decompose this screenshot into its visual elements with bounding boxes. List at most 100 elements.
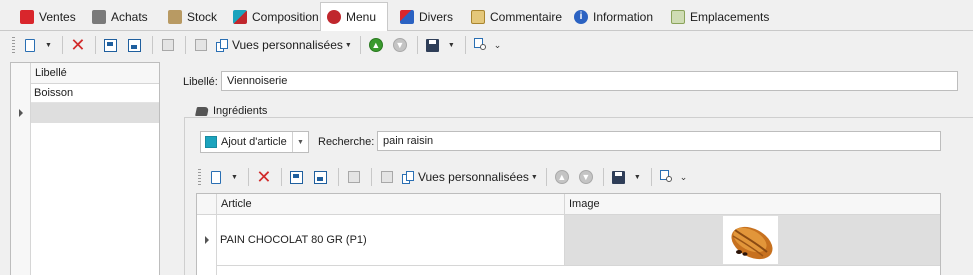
delete-icon: ✕: [256, 167, 272, 187]
image-cell[interactable]: [565, 215, 940, 265]
custom-views-button[interactable]: Vues personnalisées ▼: [214, 34, 354, 56]
tab-menu[interactable]: Menu: [320, 2, 388, 31]
new-dropdown-arrow[interactable]: ▼: [231, 174, 238, 181]
add-article-combo[interactable]: Ajout d'article ▼: [200, 131, 309, 153]
new-document-icon: [25, 38, 35, 52]
toolbar-separator: [184, 36, 186, 54]
tab-stock[interactable]: Stock: [162, 4, 223, 29]
chevron-down-icon[interactable]: ⌄: [680, 172, 688, 183]
tab-information[interactable]: i Information: [568, 4, 659, 29]
views-icon: [215, 38, 228, 52]
expand-button[interactable]: [100, 34, 122, 56]
duplicate-button[interactable]: [376, 166, 398, 188]
save-button[interactable]: [422, 34, 444, 56]
tab-divers[interactable]: Divers: [394, 4, 459, 29]
toolbar-separator: [94, 36, 96, 54]
delete-icon: ✕: [70, 35, 86, 55]
grid-header: [11, 63, 159, 84]
pastry-image-svg: [731, 226, 773, 260]
find-icon: [659, 170, 674, 184]
arrow-down-icon: ▼: [578, 170, 593, 184]
arrow-up-icon: ▲: [554, 170, 569, 184]
toolbar-grip[interactable]: [198, 169, 201, 185]
window-up-icon: [104, 38, 118, 52]
current-row-arrow-icon: [205, 236, 209, 244]
save-button[interactable]: [608, 166, 630, 188]
print-button[interactable]: [343, 166, 365, 188]
tab-strip: Ventes Achats Stock Composition Menu Div…: [0, 0, 973, 31]
column-header-image[interactable]: Image: [569, 198, 600, 210]
table-row[interactable]: PAIN CHOCOLAT 80 GR (P1): [217, 215, 940, 265]
ingredients-group-title: Ingrédients: [192, 105, 272, 117]
toolbar-separator: [370, 168, 372, 186]
save-dropdown-arrow[interactable]: ▼: [448, 42, 455, 49]
composition-icon: [233, 9, 247, 24]
custom-views-label: Vues personnalisées: [417, 170, 529, 184]
move-up-button[interactable]: ▲: [551, 166, 573, 188]
stock-icon: [168, 9, 182, 24]
tab-divers-label: Divers: [419, 9, 454, 24]
save-icon: [612, 170, 626, 184]
delete-ingredient-button[interactable]: ✕: [253, 166, 275, 188]
move-down-button[interactable]: ▼: [575, 166, 597, 188]
libelle-label: Libellé:: [183, 76, 218, 88]
tab-achats-label: Achats: [111, 9, 148, 24]
expand-button[interactable]: [286, 166, 308, 188]
article-cell-text: PAIN CHOCOLAT 80 GR (P1): [220, 234, 367, 246]
menu-list-grid: Libellé Boisson: [10, 62, 160, 275]
tab-commentaire[interactable]: Commentaire: [465, 4, 568, 29]
move-up-button[interactable]: ▲: [365, 34, 387, 56]
list-item[interactable]: Boisson: [31, 83, 159, 103]
window-up-icon: [290, 170, 304, 184]
list-item-new-row[interactable]: [31, 103, 159, 123]
views-dropdown-arrow: ▼: [530, 173, 538, 181]
new-button[interactable]: [19, 34, 41, 56]
delete-button[interactable]: ✕: [67, 34, 89, 56]
article-cell[interactable]: PAIN CHOCOLAT 80 GR (P1): [217, 215, 564, 265]
arrow-up-icon: ▲: [368, 38, 383, 52]
print-button[interactable]: [157, 34, 179, 56]
print-icon: [347, 171, 360, 183]
custom-views-button[interactable]: Vues personnalisées ▼: [400, 166, 540, 188]
tab-achats[interactable]: Achats: [86, 4, 154, 29]
collapse-button[interactable]: [124, 34, 146, 56]
find-button[interactable]: [470, 34, 492, 56]
tab-menu-label: Menu: [346, 10, 377, 24]
move-down-button[interactable]: ▼: [389, 34, 411, 56]
collapse-button[interactable]: [310, 166, 332, 188]
add-article-dropdown-arrow[interactable]: ▼: [292, 132, 308, 152]
tab-ventes[interactable]: Ventes: [14, 4, 82, 29]
emplacements-icon: [671, 9, 685, 24]
new-ingredient-button[interactable]: [205, 166, 227, 188]
tab-ventes-label: Ventes: [39, 9, 76, 24]
column-header-libelle[interactable]: Libellé: [35, 67, 67, 79]
search-input[interactable]: pain raisin: [377, 131, 941, 151]
print-icon: [161, 39, 174, 51]
tab-information-label: Information: [593, 9, 654, 24]
add-article-label: Ajout d'article: [221, 136, 287, 148]
information-icon: i: [574, 9, 588, 24]
toolbar-grip[interactable]: [12, 37, 15, 53]
save-dropdown-arrow[interactable]: ▼: [634, 174, 641, 181]
duplicate-icon: [194, 39, 207, 51]
toolbar-separator: [359, 36, 361, 54]
window-down-icon: [314, 170, 328, 184]
toolbar-separator: [280, 168, 282, 186]
chevron-down-icon[interactable]: ⌄: [494, 40, 502, 51]
libelle-input-value: Viennoiserie: [227, 75, 288, 87]
divers-icon: [400, 9, 414, 24]
collapse-group-icon[interactable]: [195, 106, 209, 116]
libelle-input[interactable]: Viennoiserie: [221, 71, 958, 91]
toolbar-separator: [650, 168, 652, 186]
column-header-article[interactable]: Article: [221, 198, 252, 210]
window-down-icon: [128, 38, 142, 52]
main-toolbar: ▼ ✕ Vues personnalisées ▼ ▲ ▼ ▼ ⌄: [10, 32, 501, 58]
tab-emplacements[interactable]: Emplacements: [665, 4, 775, 29]
toolbar-separator: [602, 168, 604, 186]
ingredients-toolbar: ▼ ✕ Vues personnalisées ▼ ▲ ▼ ▼ ⌄: [196, 164, 687, 190]
duplicate-button[interactable]: [190, 34, 212, 56]
new-dropdown-arrow[interactable]: ▼: [45, 42, 52, 49]
tab-composition[interactable]: Composition: [227, 4, 325, 29]
find-button[interactable]: [656, 166, 678, 188]
list-item-label: Boisson: [34, 87, 74, 99]
